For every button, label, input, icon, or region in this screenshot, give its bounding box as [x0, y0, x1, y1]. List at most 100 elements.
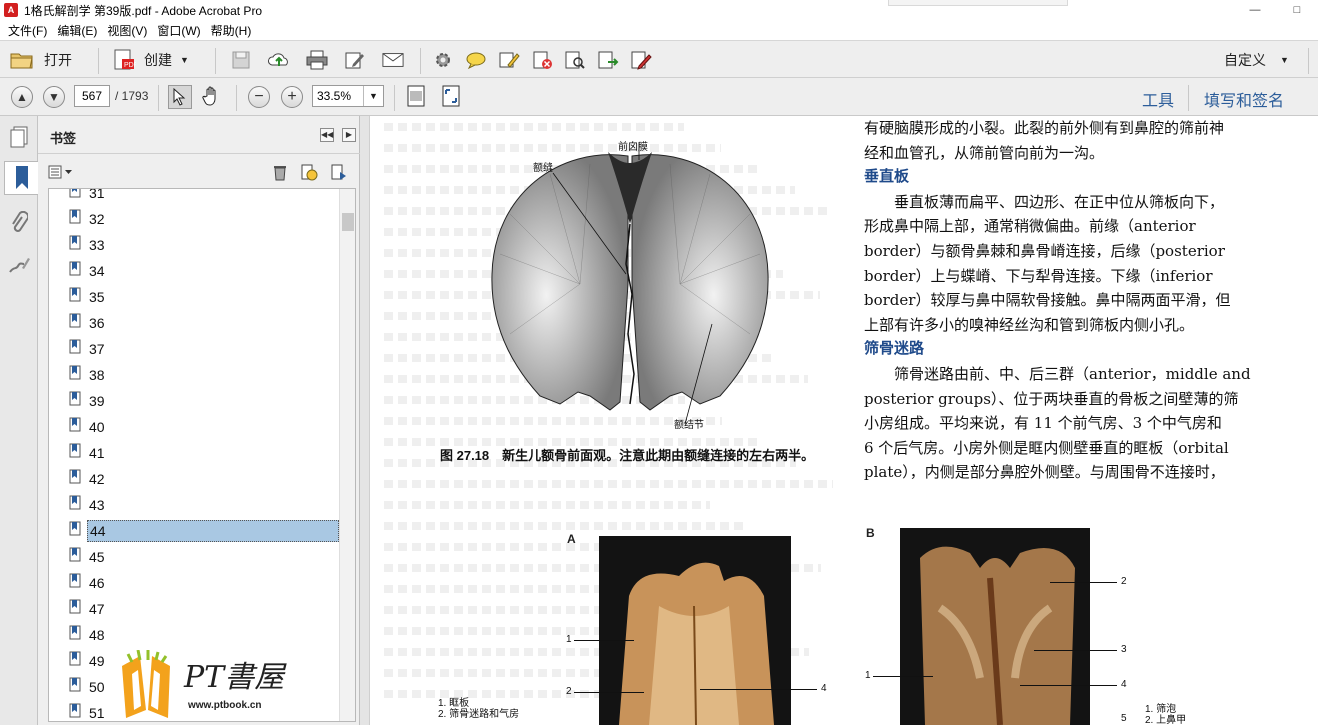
bookmark-item[interactable]: 34	[49, 258, 341, 284]
comment-icon[interactable]	[465, 50, 487, 70]
bookmark-item[interactable]: 46	[49, 570, 341, 596]
bookmark-item[interactable]: 42	[49, 466, 341, 492]
body-line: 有硬脑膜形成的小裂。此裂的前外侧有到鼻腔的筛前神	[864, 119, 1225, 137]
open-button[interactable]: 打开	[10, 47, 72, 73]
page-thumbnails-icon[interactable]	[4, 120, 34, 154]
photo-a-legend: 1. 眶板 2. 筛骨迷路和气房	[438, 698, 519, 720]
gear-icon[interactable]	[432, 50, 454, 70]
bookmark-item[interactable]: 36	[49, 310, 341, 336]
expand-icon	[442, 85, 460, 107]
menu-view[interactable]: 视图(V)	[103, 22, 153, 39]
zoom-out-button[interactable]: −	[248, 86, 270, 108]
menu-bar: 文件(F) 编辑(E) 视图(V) 窗口(W) 帮助(H)	[0, 20, 1318, 40]
menu-file[interactable]: 文件(F)	[4, 22, 53, 39]
save-icon[interactable]	[230, 50, 252, 70]
scrollbar-thumb[interactable]	[342, 213, 354, 231]
menu-window[interactable]: 窗口(W)	[153, 22, 206, 39]
next-page-button[interactable]: ▼	[43, 86, 65, 108]
bookmark-label: 40	[89, 419, 105, 435]
delete-bookmark-button[interactable]	[272, 163, 288, 184]
label-frontal-tuber: 额结节	[674, 420, 704, 431]
bookmark-item[interactable]: 47	[49, 596, 341, 622]
panel-forward-button[interactable]: ▶	[342, 128, 356, 142]
bookmark-label: 38	[89, 367, 105, 383]
fit-page-button[interactable]	[405, 85, 427, 107]
print-icon[interactable]	[306, 50, 328, 70]
delete-pages-icon[interactable]	[532, 50, 554, 70]
bookmark-item[interactable]: 41	[49, 440, 341, 466]
figure-caption: 图 27.18 新生儿额骨前面观。注意此期由额缝连接的左右两半。	[440, 448, 815, 463]
bookmarks-panel-icon[interactable]	[4, 161, 38, 195]
chevron-down-icon[interactable]: ▼	[363, 86, 383, 106]
signatures-icon[interactable]	[4, 248, 34, 282]
create-label: 创建	[144, 52, 172, 68]
zoom-in-button[interactable]: +	[281, 86, 303, 108]
bookmark-scrollbar[interactable]	[339, 189, 355, 721]
menu-help[interactable]: 帮助(H)	[207, 22, 258, 39]
bookmark-item[interactable]: 37	[49, 336, 341, 362]
bookmark-tags-button[interactable]	[330, 163, 348, 184]
find-page-icon[interactable]	[564, 50, 586, 70]
new-bookmark-button[interactable]	[300, 163, 318, 184]
zoom-input[interactable]	[313, 89, 363, 103]
bookmark-icon	[69, 677, 81, 692]
edit-document-icon[interactable]	[344, 50, 366, 70]
bookmark-label: 42	[89, 471, 105, 487]
bookmarks-toolbar	[38, 160, 360, 184]
photo-a-label-2: 2	[566, 686, 572, 697]
body-line: 小房组成。平均来说，有 11 个前气房、3 个中气房和	[864, 414, 1222, 433]
svg-text:PDF: PDF	[124, 62, 136, 69]
ethmoid-photo-b	[900, 528, 1090, 725]
photo-b-label-2: 2	[1121, 576, 1127, 587]
select-tool-button[interactable]	[168, 85, 192, 109]
bookmark-item[interactable]: 32	[49, 206, 341, 232]
navigation-pane-strip	[0, 116, 38, 725]
highlight-pen-icon[interactable]	[498, 50, 520, 70]
full-screen-button[interactable]	[440, 85, 462, 107]
minimize-button[interactable]: —	[1234, 0, 1276, 20]
section-heading: 筛骨迷路	[864, 340, 925, 358]
paperclip-icon[interactable]	[4, 206, 34, 240]
fill-and-sign-link[interactable]: 填写和签名	[1204, 87, 1284, 111]
bookmark-options-button[interactable]	[48, 164, 74, 183]
bookmark-item[interactable]: 31	[49, 189, 341, 206]
maximize-button[interactable]: □	[1276, 0, 1318, 20]
photo-a-tag: A	[567, 532, 576, 546]
bookmark-label: 35	[89, 289, 105, 305]
tools-pane-link[interactable]: 工具	[1142, 87, 1174, 111]
bookmark-icon	[69, 573, 81, 588]
bookmark-item[interactable]: 40	[49, 414, 341, 440]
bookmark-label: 39	[89, 393, 105, 409]
bookmark-item[interactable]: 48	[49, 622, 341, 648]
cloud-upload-icon[interactable]	[268, 50, 290, 70]
bookmark-item[interactable]: 39	[49, 388, 341, 414]
bookmark-item[interactable]: 33	[49, 232, 341, 258]
document-view[interactable]: 额缝 前囟膜 额结节 图 27.18 新生儿额骨前面观。注意此期由额缝连接的左右…	[370, 116, 1318, 725]
bookmark-item[interactable]: 43	[49, 492, 341, 518]
email-icon[interactable]	[382, 50, 404, 70]
main-toolbar: 打开 PDF 创建 ▼ 自定义 ▼	[0, 40, 1318, 78]
bookmark-item[interactable]: 35	[49, 284, 341, 310]
bookmark-icon	[69, 651, 81, 666]
bleed-through-line	[384, 473, 833, 494]
menu-edit[interactable]: 编辑(E)	[53, 22, 103, 39]
page-number-input[interactable]	[74, 85, 110, 107]
hand-tool-button[interactable]	[201, 86, 223, 106]
bookmark-item[interactable]: 44	[49, 518, 341, 544]
customize-button[interactable]: 自定义 ▼	[1224, 47, 1289, 73]
zoom-select[interactable]: ▼	[312, 85, 384, 107]
create-button[interactable]: PDF 创建 ▼	[112, 47, 189, 73]
customize-dropdown-icon: ▼	[1280, 55, 1289, 65]
bookmark-icon	[69, 391, 81, 406]
create-pdf-icon: PDF	[114, 49, 136, 70]
bookmark-icon	[69, 313, 81, 328]
legend-item: 2. 上鼻甲	[1145, 715, 1187, 725]
panel-splitter[interactable]	[360, 116, 370, 725]
export-page-icon[interactable]	[597, 50, 619, 70]
previous-page-button[interactable]: ▲	[11, 86, 33, 108]
bookmark-item[interactable]: 38	[49, 362, 341, 388]
collapse-panel-button[interactable]: ◀◀	[320, 128, 334, 142]
bookmark-item[interactable]: 45	[49, 544, 341, 570]
sign-document-icon[interactable]	[630, 50, 652, 70]
bookmark-icon	[69, 189, 81, 198]
